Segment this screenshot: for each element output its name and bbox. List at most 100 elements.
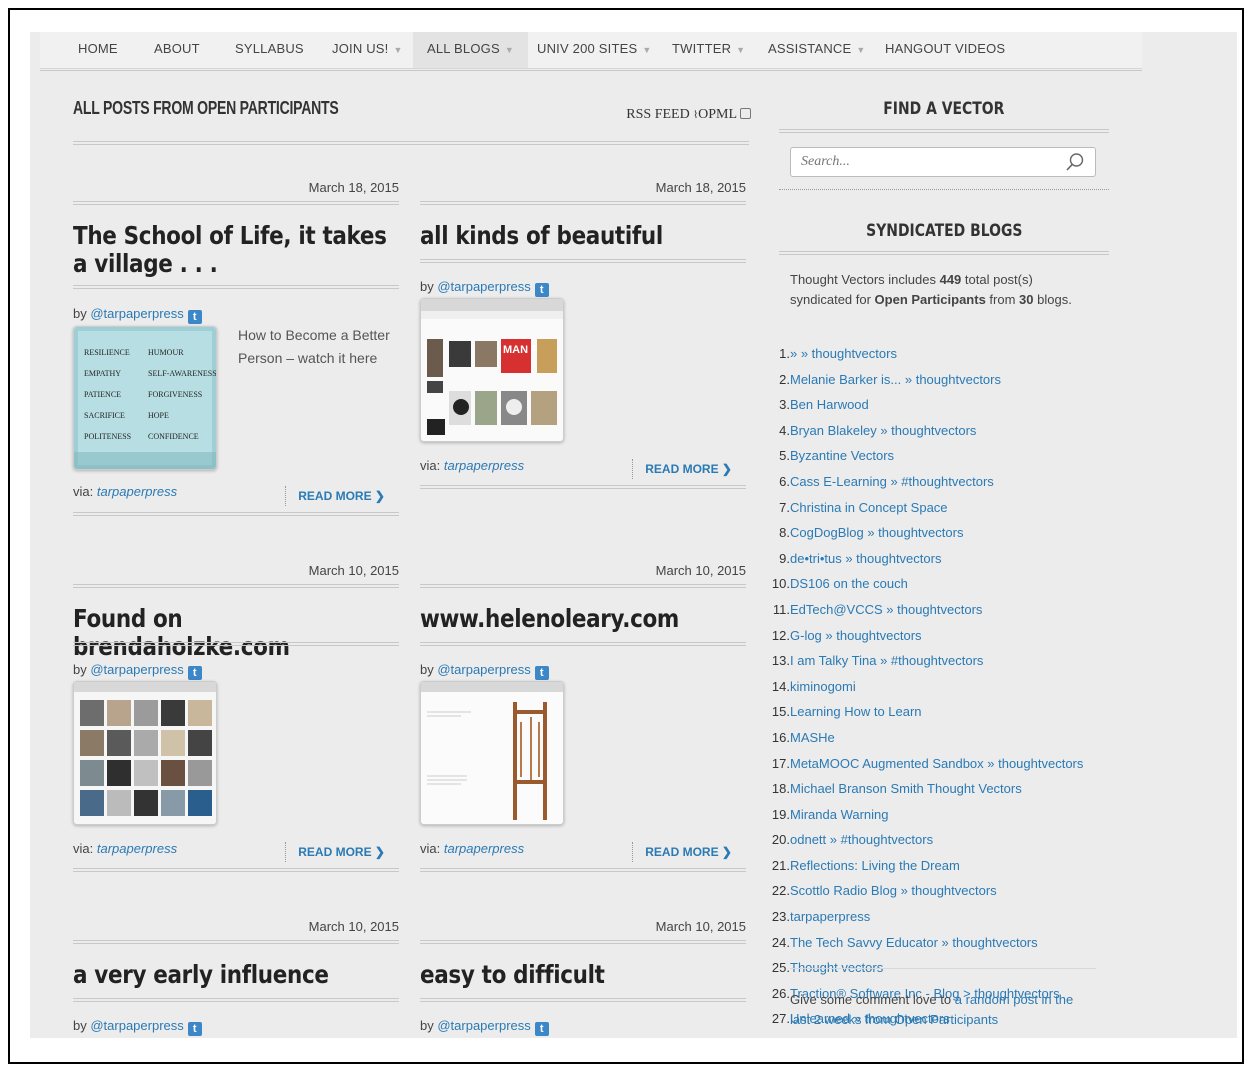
thumbnail-tile bbox=[107, 700, 131, 726]
thumbnail-tile bbox=[188, 790, 212, 816]
twitter-icon[interactable]: t bbox=[534, 283, 549, 297]
blog-link[interactable]: CogDogBlog » thoughtvectors bbox=[790, 523, 1090, 543]
post-title[interactable]: www.helenoleary.com bbox=[420, 605, 747, 633]
blog-link[interactable]: Scottlo Radio Blog » thoughtvectors bbox=[790, 881, 1090, 901]
read-more-button[interactable]: READ MORE ❯ bbox=[285, 486, 385, 506]
nav-univ-200-sites[interactable]: UNIV 200 SITES ▼ bbox=[537, 32, 651, 68]
blog-list-item[interactable]: 11.EdTech@VCCS » thoughtvectors bbox=[761, 600, 1101, 626]
blog-link[interactable]: MASHe bbox=[790, 728, 1090, 748]
nav-about[interactable]: ABOUT bbox=[154, 32, 200, 68]
search-icon[interactable] bbox=[1065, 152, 1085, 172]
blog-link[interactable]: MetaMOOC Augmented Sandbox » thoughtvect… bbox=[790, 754, 1090, 774]
blog-list-item[interactable]: 1.» » thoughtvectors bbox=[761, 344, 1101, 370]
search-input[interactable] bbox=[799, 153, 1053, 171]
read-more-button[interactable]: READ MORE ❯ bbox=[632, 459, 732, 479]
blog-list-item[interactable]: 18.Michael Branson Smith Thought Vectors bbox=[761, 779, 1101, 805]
blog-link[interactable]: Learning How to Learn bbox=[790, 702, 1090, 722]
post-thumbnail[interactable]: MAN RAY bbox=[420, 298, 564, 442]
blog-list-item[interactable]: 25.Thought vectors bbox=[761, 958, 1101, 984]
blog-list-item[interactable]: 13.I am Talky Tina » #thoughtvectors bbox=[761, 651, 1101, 677]
twitter-icon[interactable]: t bbox=[187, 666, 202, 680]
thumbnail-word: CONFIDENCE bbox=[148, 432, 199, 441]
rss-feed-link[interactable]: RSS FEED bbox=[626, 107, 689, 122]
nav-twitter[interactable]: TWITTER ▼ bbox=[672, 32, 745, 68]
blog-list-item[interactable]: 6.Cass E-Learning » #thoughtvectors bbox=[761, 472, 1101, 498]
blog-list-item[interactable]: 20.odnett » #thoughtvectors bbox=[761, 830, 1101, 856]
nav-all-blogs[interactable]: ALL BLOGS ▼ bbox=[413, 32, 528, 68]
author-link[interactable]: @tarpaperpress bbox=[437, 662, 530, 677]
twitter-icon[interactable]: t bbox=[534, 1022, 549, 1036]
author-link[interactable]: @tarpaperpress bbox=[437, 279, 530, 294]
post-title[interactable]: The School of Life, it takes a village .… bbox=[73, 222, 400, 278]
blog-link[interactable]: Michael Branson Smith Thought Vectors bbox=[790, 779, 1090, 799]
blog-list-item[interactable]: 9.de•tri•tus » thoughtvectors bbox=[761, 549, 1101, 575]
twitter-icon[interactable]: t bbox=[187, 1022, 202, 1036]
opml-link[interactable]: OPML bbox=[698, 107, 736, 122]
blog-link[interactable]: Christina in Concept Space bbox=[790, 498, 1090, 518]
author-link[interactable]: @tarpaperpress bbox=[90, 1018, 183, 1033]
via-source-link[interactable]: tarpaperpress bbox=[97, 841, 177, 856]
post-thumbnail[interactable] bbox=[420, 681, 564, 825]
blog-list-item[interactable]: 14.kiminogomi bbox=[761, 677, 1101, 703]
nav-syllabus[interactable]: SYLLABUS bbox=[235, 32, 304, 68]
blog-link[interactable]: de•tri•tus » thoughtvectors bbox=[790, 549, 1090, 569]
blog-link[interactable]: EdTech@VCCS » thoughtvectors bbox=[790, 600, 1090, 620]
blog-list-item[interactable]: 24.The Tech Savvy Educator » thoughtvect… bbox=[761, 933, 1101, 959]
blog-list-item[interactable]: 5.Byzantine Vectors bbox=[761, 446, 1101, 472]
blog-list-item[interactable]: 17.MetaMOOC Augmented Sandbox » thoughtv… bbox=[761, 754, 1101, 780]
post-via: via: tarpaperpress bbox=[420, 841, 524, 856]
blog-list-item[interactable]: 3.Ben Harwood bbox=[761, 395, 1101, 421]
post-title[interactable]: a very early influence bbox=[73, 961, 400, 989]
author-link[interactable]: @tarpaperpress bbox=[90, 662, 183, 677]
blog-number: 8. bbox=[779, 525, 790, 541]
blog-list-item[interactable]: 19.Miranda Warning bbox=[761, 805, 1101, 831]
nav-home[interactable]: HOME bbox=[78, 32, 118, 68]
nav-hangout-videos[interactable]: HANGOUT VIDEOS bbox=[885, 32, 1005, 68]
post-thumbnail[interactable]: RESILIENCE HUMOUR EMPATHY SELF-AWARENESS PAT… bbox=[73, 326, 217, 470]
blog-list-item[interactable]: 21.Reflections: Living the Dream bbox=[761, 856, 1101, 882]
post-title[interactable]: Found on brendaholzke.com bbox=[73, 605, 400, 661]
blog-list-item[interactable]: 4.Bryan Blakeley » thoughtvectors bbox=[761, 421, 1101, 447]
blog-list-item[interactable]: 7.Christina in Concept Space bbox=[761, 498, 1101, 524]
nav-assistance[interactable]: ASSISTANCE ▼ bbox=[768, 32, 866, 68]
blog-number: 11. bbox=[772, 601, 790, 617]
blog-link[interactable]: Vectored Thoughts » thoughtvectors bbox=[790, 1035, 1090, 1038]
blog-link[interactable]: Byzantine Vectors bbox=[790, 446, 1090, 466]
nav-join-us[interactable]: JOIN US! ▼ bbox=[332, 32, 403, 68]
read-more-button[interactable]: READ MORE ❯ bbox=[632, 842, 732, 862]
twitter-icon[interactable]: t bbox=[187, 310, 202, 324]
blog-list-item[interactable]: 8.CogDogBlog » thoughtvectors bbox=[761, 523, 1101, 549]
via-source-link[interactable]: tarpaperpress bbox=[444, 458, 524, 473]
blog-list-item[interactable]: 16.MASHe bbox=[761, 728, 1101, 754]
blog-link[interactable]: Melanie Barker is... » thoughtvectors bbox=[790, 370, 1090, 390]
blog-link[interactable]: Miranda Warning bbox=[790, 805, 1090, 825]
blog-link[interactable]: » » thoughtvectors bbox=[790, 344, 1090, 364]
blog-link[interactable]: DS106 on the couch bbox=[790, 574, 1090, 594]
via-source-link[interactable]: tarpaperpress bbox=[444, 841, 524, 856]
blog-link[interactable]: odnett » #thoughtvectors bbox=[790, 830, 1090, 850]
author-link[interactable]: @tarpaperpress bbox=[90, 306, 183, 321]
read-more-button[interactable]: READ MORE ❯ bbox=[285, 842, 385, 862]
blog-link[interactable]: Bryan Blakeley » thoughtvectors bbox=[790, 421, 1090, 441]
blog-list-item[interactable]: 28.Vectored Thoughts » thoughtvectors bbox=[761, 1035, 1101, 1038]
blog-link[interactable]: I am Talky Tina » #thoughtvectors bbox=[790, 651, 1090, 671]
blog-link[interactable]: G-log » thoughtvectors bbox=[790, 626, 1090, 646]
post-title[interactable]: all kinds of beautiful bbox=[420, 222, 747, 250]
blog-link[interactable]: kiminogomi bbox=[790, 677, 1090, 697]
blog-link[interactable]: tarpaperpress bbox=[790, 907, 1090, 927]
via-source-link[interactable]: tarpaperpress bbox=[97, 484, 177, 499]
author-link[interactable]: @tarpaperpress bbox=[437, 1018, 530, 1033]
twitter-icon[interactable]: t bbox=[534, 666, 549, 680]
blog-list-item[interactable]: 15.Learning How to Learn bbox=[761, 702, 1101, 728]
blog-link[interactable]: Cass E-Learning » #thoughtvectors bbox=[790, 472, 1090, 492]
blog-list-item[interactable]: 2.Melanie Barker is... » thoughtvectors bbox=[761, 370, 1101, 396]
blog-link[interactable]: Reflections: Living the Dream bbox=[790, 856, 1090, 876]
blog-list-item[interactable]: 10.DS106 on the couch bbox=[761, 574, 1101, 600]
post-title[interactable]: easy to difficult bbox=[420, 961, 747, 989]
blog-link[interactable]: The Tech Savvy Educator » thoughtvectors bbox=[790, 933, 1090, 953]
blog-list-item[interactable]: 12.G-log » thoughtvectors bbox=[761, 626, 1101, 652]
blog-list-item[interactable]: 23.tarpaperpress bbox=[761, 907, 1101, 933]
blog-link[interactable]: Ben Harwood bbox=[790, 395, 1090, 415]
blog-list-item[interactable]: 22.Scottlo Radio Blog » thoughtvectors bbox=[761, 881, 1101, 907]
post-thumbnail[interactable] bbox=[73, 681, 217, 825]
